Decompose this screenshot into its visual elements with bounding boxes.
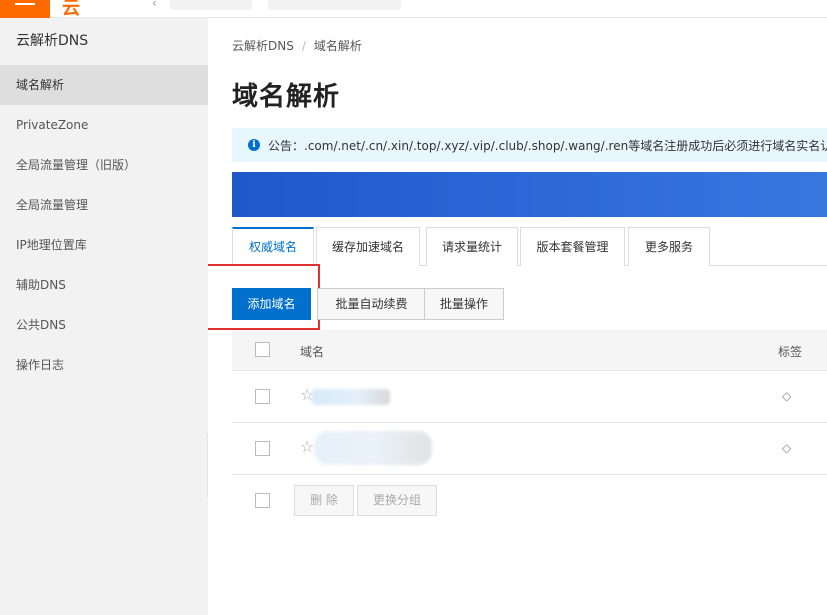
sidebar-item-public-dns[interactable]: 公共DNS [0,305,208,345]
footer-select-checkbox[interactable] [255,493,270,508]
sidebar-item-domain-resolution[interactable]: 域名解析 [0,65,208,105]
tab-cache-domains[interactable]: 缓存加速域名 [316,227,420,266]
workbench-switch[interactable] [170,0,252,10]
tab-bar: 权威域名 缓存加速域名 请求量统计 版本套餐管理 更多服务 [232,227,827,267]
sidebar-item-operation-log[interactable]: 操作日志 [0,345,208,385]
tag-icon[interactable]: ◇ [782,441,791,455]
batch-auto-renew-button[interactable]: 批量自动续费 [317,288,426,320]
notice-text: 公告：.com/.net/.cn/.xin/.top/.xyz/.vip/.cl… [268,139,827,153]
sidebar-item-gtm[interactable]: 全局流量管理 [0,185,208,225]
search-box[interactable] [268,0,401,10]
tab-more-services[interactable]: 更多服务 [628,227,710,266]
tab-authoritative-domains[interactable]: 权威域名 [232,227,314,267]
breadcrumb: 云解析DNS / 域名解析 [232,37,362,54]
promo-banner[interactable] [232,172,827,217]
logo-text: 云 [62,0,81,19]
redacted-domain[interactable] [312,389,390,405]
add-domain-button[interactable]: 添加域名 [232,288,311,320]
tab-package-management[interactable]: 版本套餐管理 [520,227,625,266]
row-checkbox[interactable] [255,441,270,456]
breadcrumb-root[interactable]: 云解析DNS [232,39,294,53]
breadcrumb-current: 域名解析 [313,39,362,53]
chevron-icon: ‹ [152,0,157,10]
table-row: ☆ ◇ [232,423,827,475]
page-title: 域名解析 [232,82,341,112]
sidebar-item-gtm-legacy[interactable]: 全局流量管理（旧版） [0,145,208,185]
column-tag: 标签 [778,345,803,359]
batch-operations-button[interactable]: 批量操作 [424,288,504,320]
row-checkbox[interactable] [255,389,270,404]
info-icon: i [248,139,260,151]
table-footer: 删 除 更换分组 [232,476,827,526]
sidebar-item-secondary-dns[interactable]: 辅助DNS [0,265,208,305]
column-domain: 域名 [300,345,325,359]
breadcrumb-separator: / [301,39,306,53]
menu-icon[interactable] [0,0,50,18]
table-header: 域名 标签 [232,330,827,371]
sidebar-title: 云解析DNS [16,33,89,49]
star-icon[interactable]: ☆ [300,437,314,456]
main-content: 云解析DNS / 域名解析 域名解析 i 公告：.com/.net/.cn/.xin… [208,18,827,615]
table-row: ☆ ◇ [232,371,827,423]
tab-request-stats[interactable]: 请求量统计 [426,227,518,266]
sidebar-item-ip-geo[interactable]: IP地理位置库 [0,225,208,265]
sidebar: 云解析DNS 域名解析 PrivateZone 全局流量管理（旧版） 全局流量管… [0,18,208,615]
change-group-button[interactable]: 更换分组 [357,485,437,516]
delete-button[interactable]: 删 除 [294,485,354,516]
select-all-checkbox[interactable] [255,342,270,357]
sidebar-item-privatezone[interactable]: PrivateZone [0,105,208,145]
redacted-domain[interactable] [314,431,432,465]
tag-icon[interactable]: ◇ [782,389,791,403]
top-navbar: 云 ‹ [0,0,827,20]
aliyun-logo[interactable]: 云 [62,0,81,20]
notice-bar: i 公告：.com/.net/.cn/.xin/.top/.xyz/.vip/.… [232,128,827,162]
